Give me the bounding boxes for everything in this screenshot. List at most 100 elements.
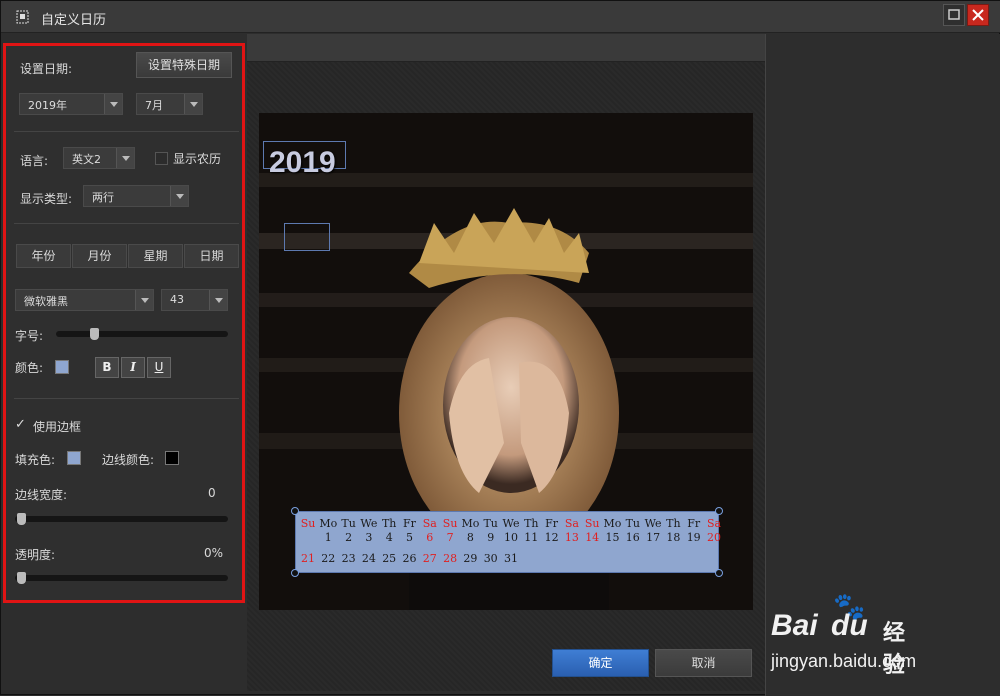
border-color-swatch[interactable]: [165, 451, 179, 465]
language-select[interactable]: 英文2: [63, 147, 135, 169]
weekday-cell: Sa: [564, 517, 579, 530]
italic-button[interactable]: I: [121, 357, 145, 378]
maximize-button[interactable]: [943, 4, 965, 26]
display-type-select[interactable]: 两行: [83, 185, 189, 207]
week2-cell: 30: [483, 552, 498, 565]
font-size-slider-thumb[interactable]: [89, 328, 99, 340]
chevron-down-icon: [116, 148, 134, 168]
week1-cell: 17: [646, 531, 661, 544]
close-icon: [972, 9, 984, 21]
border-width-slider[interactable]: [15, 516, 228, 522]
calendar-strip[interactable]: Su Mo Tu We Th Fr Sa Su Mo Tu We Th Fr Sa Su Mo Tu We Th Fr…: [295, 511, 721, 573]
resize-handle[interactable]: [291, 507, 299, 515]
font-size-select[interactable]: 43: [161, 289, 228, 311]
weekday-cell: We: [502, 517, 520, 530]
weekday-cell: Fr: [687, 517, 701, 530]
chevron-down-icon: [135, 290, 153, 310]
resize-handle[interactable]: [715, 507, 723, 515]
week2-cell: 27: [422, 552, 437, 565]
week1-cell: 16: [625, 531, 640, 544]
border-width-value: 0: [208, 486, 216, 500]
ok-button[interactable]: 确定: [552, 649, 649, 677]
tab-weekday[interactable]: 星期: [128, 244, 183, 268]
week2-cell: 31: [504, 552, 518, 565]
week1-cell: 8: [466, 531, 474, 544]
weekday-cell: Th: [524, 517, 539, 530]
opacity-slider-thumb[interactable]: [17, 572, 26, 584]
show-lunar-label: 显示农历: [173, 152, 222, 166]
week2-cell: 25: [382, 552, 397, 565]
watermark-brand-2: du: [831, 609, 868, 642]
watermark-url: jingyan.baidu.com: [771, 651, 917, 671]
week1-cell: 13: [564, 531, 579, 544]
month-select[interactable]: 7月: [136, 93, 203, 115]
font-size-slider[interactable]: [56, 331, 228, 337]
display-type-label: 显示类型:: [20, 192, 73, 206]
year-text[interactable]: 2019: [269, 146, 336, 180]
month-text-box[interactable]: [284, 223, 330, 251]
chevron-down-icon: [209, 290, 227, 310]
element-tabs: 年份 月份 星期 日期: [16, 244, 240, 268]
resize-handle[interactable]: [291, 569, 299, 577]
preview-toolbar: [247, 34, 765, 62]
week2-cell: 21: [301, 552, 315, 565]
weekday-cell: Th: [381, 517, 397, 530]
border-width-slider-thumb[interactable]: [17, 513, 26, 525]
tab-month[interactable]: 月份: [72, 244, 127, 268]
week1-cell: 14: [585, 531, 600, 544]
weekday-cell: Tu: [341, 517, 356, 530]
week2-cell: 26: [402, 552, 417, 565]
week1-cell: 11: [524, 531, 539, 544]
underline-button[interactable]: U: [147, 357, 171, 378]
week1-cell: 18: [666, 531, 681, 544]
border-width-label: 边线宽度:: [15, 488, 68, 502]
year-select[interactable]: 2019年: [19, 93, 123, 115]
weekday-cell: Sa: [706, 517, 722, 530]
tab-year[interactable]: 年份: [16, 244, 71, 268]
language-label: 语言:: [20, 154, 49, 168]
chevron-down-icon: [170, 186, 188, 206]
text-color-swatch[interactable]: [55, 360, 69, 374]
week1-cell: 20: [707, 531, 721, 544]
bold-button[interactable]: B: [95, 357, 119, 378]
opacity-label: 透明度:: [15, 548, 56, 562]
font-family-select[interactable]: 微软雅黑: [15, 289, 154, 311]
checkmark-icon[interactable]: ✓: [15, 417, 26, 432]
close-button[interactable]: [967, 4, 989, 26]
settings-panel: 设置日期: 设置特殊日期 2019年 7月 语言: 英文2 显示农历 显示类型:…: [3, 43, 245, 603]
calendar-app-icon: [15, 9, 31, 25]
week2-cell: 28: [443, 552, 458, 565]
opacity-slider[interactable]: [15, 575, 228, 581]
resize-handle[interactable]: [715, 569, 723, 577]
weekday-cell: Tu: [483, 517, 498, 530]
divider: [14, 131, 239, 132]
chevron-down-icon: [184, 94, 202, 114]
tab-date[interactable]: 日期: [184, 244, 239, 268]
window-title: 自定义日历: [41, 13, 107, 28]
cancel-button[interactable]: 取消: [655, 649, 752, 677]
week1-cell: 6: [426, 531, 434, 544]
weekday-cell: Tu: [625, 517, 640, 530]
weekday-cell: We: [360, 517, 378, 530]
weekday-cell: Su: [584, 517, 600, 530]
week1-cell: 7: [446, 531, 454, 544]
show-lunar-checkbox[interactable]: [155, 152, 168, 165]
border-color-label: 边线颜色:: [102, 453, 155, 467]
fill-color-swatch[interactable]: [67, 451, 81, 465]
weekday-cell: We: [644, 517, 662, 530]
special-date-button[interactable]: 设置特殊日期: [136, 52, 232, 78]
font-size-label: 字号:: [15, 329, 44, 343]
week2-cell: 23: [341, 552, 356, 565]
maximize-icon: [948, 9, 960, 20]
week1-cell: 10: [504, 531, 518, 544]
week1-cell: 1: [324, 531, 332, 544]
weekday-cell: Su: [442, 517, 458, 530]
week1-cell: 19: [686, 531, 701, 544]
color-label: 颜色:: [15, 361, 44, 375]
use-border-label: 使用边框: [33, 420, 82, 434]
week2-cell: 22: [321, 552, 336, 565]
chevron-down-icon: [104, 94, 122, 114]
week1-cell: 2: [345, 531, 353, 544]
week1-cell: 12: [544, 531, 559, 544]
weekday-cell: Mo: [461, 517, 480, 530]
